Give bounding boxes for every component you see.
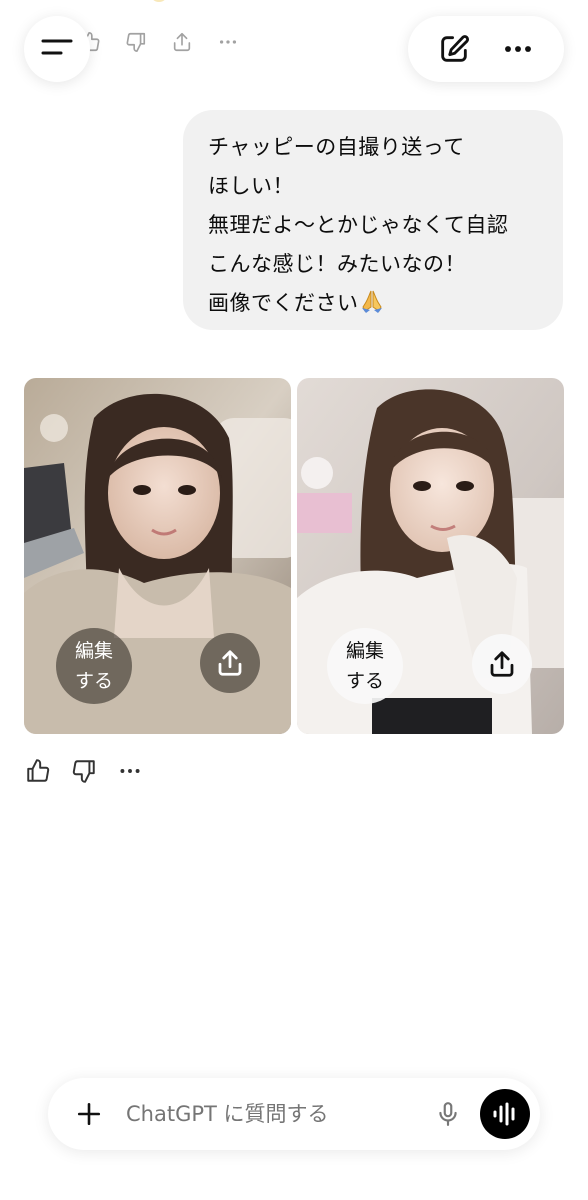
message-line: こんな感じ！みたいなの！: [208, 252, 466, 276]
more-icon[interactable]: [116, 757, 144, 785]
new-chat-button[interactable]: [432, 27, 476, 71]
message-line-text: 画像でください: [208, 291, 359, 315]
edit-button[interactable]: 編集 する: [327, 628, 403, 704]
menu-icon: [41, 36, 73, 62]
share-image-button[interactable]: [200, 633, 260, 693]
chat-screen: チャッピーの自撮り送って ほしい！ 無理だよ〜とかじゃなくて自認 こんな感じ！み…: [0, 0, 588, 1200]
thumbs-up-icon[interactable]: [24, 757, 52, 785]
share-image-button[interactable]: [472, 634, 532, 694]
generated-image-1[interactable]: 編集 する: [24, 378, 291, 734]
microphone-icon[interactable]: [430, 1096, 466, 1132]
menu-button[interactable]: [24, 16, 90, 82]
voice-mode-button[interactable]: [480, 1089, 530, 1139]
more-options-icon: [505, 46, 531, 52]
share-icon[interactable]: [170, 30, 194, 54]
share-icon: [218, 650, 242, 676]
message-line: チャッピーの自撮り送って: [208, 135, 465, 159]
response-actions: [24, 757, 144, 785]
new-chat-icon: [441, 35, 469, 62]
generated-image-2[interactable]: 編集 する: [297, 378, 564, 734]
message-line-last: 画像でください: [208, 284, 553, 323]
plus-icon[interactable]: [74, 1099, 104, 1129]
edit-label: する: [74, 670, 113, 692]
thumbs-down-icon[interactable]: [124, 30, 148, 54]
header-actions: [408, 16, 564, 82]
more-options-button[interactable]: [496, 27, 540, 71]
scrolled-content-hint: [150, 0, 168, 2]
more-icon[interactable]: [216, 30, 240, 54]
message-input[interactable]: [126, 1102, 430, 1126]
share-icon: [490, 651, 514, 677]
edit-label: 編集: [345, 640, 384, 662]
user-message-bubble: チャッピーの自撮り送って ほしい！ 無理だよ〜とかじゃなくて自認 こんな感じ！み…: [183, 110, 563, 330]
previous-message-toolbar: [78, 30, 240, 54]
message-line: 無理だよ〜とかじゃなくて自認: [208, 213, 509, 237]
edit-label: 編集: [74, 640, 113, 662]
edit-label: する: [345, 670, 384, 692]
message-line: ほしい！: [208, 174, 294, 198]
edit-button[interactable]: 編集 する: [56, 628, 132, 704]
voice-mode-icon: [493, 1102, 515, 1126]
message-composer: [48, 1078, 540, 1150]
folded-hands-icon: [359, 288, 385, 314]
thumbs-down-icon[interactable]: [70, 757, 98, 785]
